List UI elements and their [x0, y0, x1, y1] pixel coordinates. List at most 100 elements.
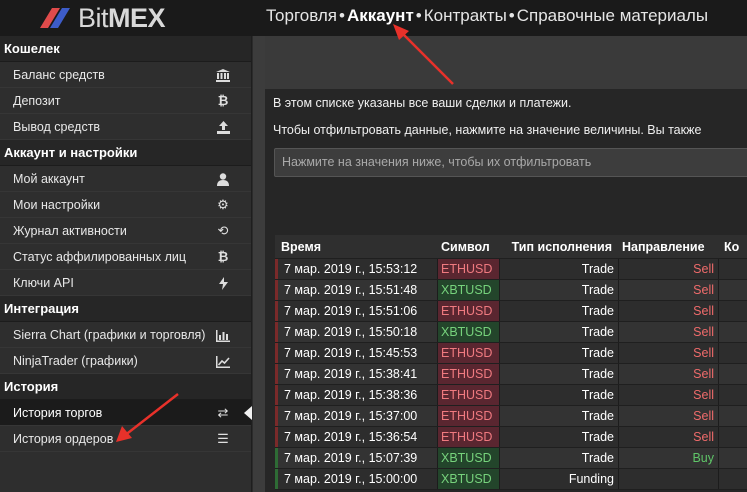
column-header-truncated[interactable]: Ко: [718, 235, 747, 258]
exchange-icon: ⇄: [217, 405, 229, 420]
cell-symbol[interactable]: XBTUSD: [437, 448, 499, 468]
cell-symbol[interactable]: XBTUSD: [437, 280, 499, 300]
cell-truncated[interactable]: [718, 364, 747, 384]
cell-direction[interactable]: Sell: [618, 280, 718, 300]
sidebar-item-sierra-chart[interactable]: Sierra Chart (графики и торговля): [0, 322, 251, 348]
cell-time[interactable]: 7 мар. 2019 г., 15:53:12: [275, 259, 437, 279]
nav-reference[interactable]: Справочные материалы: [517, 6, 708, 26]
cell-truncated[interactable]: [718, 406, 747, 426]
cell-symbol[interactable]: XBTUSD: [437, 322, 499, 342]
cell-symbol[interactable]: ETHUSD: [437, 385, 499, 405]
top-header: BitMEX Торговля • Аккаунт • Контракты • …: [0, 0, 747, 36]
cell-exec-type[interactable]: Trade: [499, 280, 618, 300]
cell-exec-type[interactable]: Trade: [499, 364, 618, 384]
cell-direction[interactable]: Sell: [618, 301, 718, 321]
table-row[interactable]: 7 мар. 2019 г., 15:00:00 XBTUSD Funding: [275, 469, 747, 490]
cell-time[interactable]: 7 мар. 2019 г., 15:38:36: [275, 385, 437, 405]
cell-direction[interactable]: Sell: [618, 427, 718, 447]
cell-time[interactable]: 7 мар. 2019 г., 15:50:18: [275, 322, 437, 342]
sidebar-item-deposit[interactable]: Депозит ₿: [0, 88, 251, 114]
cell-truncated[interactable]: [718, 280, 747, 300]
cell-exec-type[interactable]: Trade: [499, 322, 618, 342]
cell-exec-type[interactable]: Trade: [499, 448, 618, 468]
cell-exec-type[interactable]: Trade: [499, 406, 618, 426]
cell-exec-type[interactable]: Trade: [499, 301, 618, 321]
cell-truncated[interactable]: [718, 322, 747, 342]
cell-truncated[interactable]: [718, 301, 747, 321]
table-row[interactable]: 7 мар. 2019 г., 15:51:06 ETHUSD Trade Sell: [275, 301, 747, 322]
cell-time[interactable]: 7 мар. 2019 г., 15:45:53: [275, 343, 437, 363]
cell-exec-type[interactable]: Trade: [499, 427, 618, 447]
page: BitMEX Торговля • Аккаунт • Контракты • …: [0, 0, 747, 492]
cell-direction[interactable]: Sell: [618, 364, 718, 384]
table-row[interactable]: 7 мар. 2019 г., 15:50:18 XBTUSD Trade Sell: [275, 322, 747, 343]
cell-truncated[interactable]: [718, 469, 747, 489]
sidebar-item-my-settings[interactable]: Мои настройки ⚙: [0, 192, 251, 218]
table-row[interactable]: 7 мар. 2019 г., 15:07:39 XBTUSD Trade Buy: [275, 448, 747, 469]
sidebar-item-order-history[interactable]: История ордеров ☰: [0, 426, 251, 452]
cell-time[interactable]: 7 мар. 2019 г., 15:51:06: [275, 301, 437, 321]
table-row[interactable]: 7 мар. 2019 г., 15:51:48 XBTUSD Trade Sell: [275, 280, 747, 301]
column-header-direction[interactable]: Направление: [618, 235, 718, 258]
table-row[interactable]: 7 мар. 2019 г., 15:38:36 ETHUSD Trade Sell: [275, 385, 747, 406]
sidebar-item-ninjatrader[interactable]: NinjaTrader (графики): [0, 348, 251, 374]
sidebar-item-my-account[interactable]: Мой аккаунт: [0, 166, 251, 192]
cell-symbol[interactable]: ETHUSD: [437, 301, 499, 321]
cell-time[interactable]: 7 мар. 2019 г., 15:36:54: [275, 427, 437, 447]
cell-symbol[interactable]: ETHUSD: [437, 343, 499, 363]
cell-exec-type[interactable]: Trade: [499, 385, 618, 405]
cell-time[interactable]: 7 мар. 2019 г., 15:07:39: [275, 448, 437, 468]
sidebar-item-activity-log[interactable]: Журнал активности ⟲: [0, 218, 251, 244]
nav-contracts[interactable]: Контракты: [424, 6, 507, 26]
bitcoin-icon: ₿: [217, 249, 229, 264]
cell-time[interactable]: 7 мар. 2019 г., 15:37:00: [275, 406, 437, 426]
column-header-exec-type[interactable]: Тип исполнения: [499, 235, 618, 258]
cell-direction[interactable]: Buy: [618, 448, 718, 468]
cell-time[interactable]: 7 мар. 2019 г., 15:38:41: [275, 364, 437, 384]
cell-direction[interactable]: Sell: [618, 406, 718, 426]
sidebar-section-history: История: [0, 374, 251, 400]
cell-exec-type[interactable]: Trade: [499, 343, 618, 363]
sidebar-item-label: История ордеров: [13, 432, 114, 446]
table-row[interactable]: 7 мар. 2019 г., 15:37:00 ETHUSD Trade Sell: [275, 406, 747, 427]
bitmex-logo-icon: [40, 8, 70, 28]
cell-symbol[interactable]: XBTUSD: [437, 469, 499, 489]
nav-account[interactable]: Аккаунт: [347, 6, 414, 26]
sidebar-item-api-keys[interactable]: Ключи API: [0, 270, 251, 296]
nav-trading[interactable]: Торговля: [266, 6, 337, 26]
cell-time[interactable]: 7 мар. 2019 г., 15:00:00: [275, 469, 437, 489]
bitmex-logo[interactable]: BitMEX: [38, 0, 166, 36]
cell-exec-type[interactable]: Funding: [499, 469, 618, 489]
sidebar-item-affiliate-status[interactable]: Статус аффилированных лиц ₿: [0, 244, 251, 270]
cell-truncated[interactable]: [718, 385, 747, 405]
cell-direction[interactable]: Sell: [618, 343, 718, 363]
cell-truncated[interactable]: [718, 259, 747, 279]
cell-truncated[interactable]: [718, 448, 747, 468]
bolt-icon: [215, 270, 231, 296]
cell-symbol[interactable]: ETHUSD: [437, 364, 499, 384]
cell-direction[interactable]: Sell: [618, 322, 718, 342]
column-header-symbol[interactable]: Символ: [437, 235, 499, 258]
cell-direction[interactable]: Sell: [618, 385, 718, 405]
cell-direction[interactable]: [618, 469, 718, 489]
table-row[interactable]: 7 мар. 2019 г., 15:38:41 ETHUSD Trade Sell: [275, 364, 747, 385]
main-top-bar: [265, 36, 747, 89]
sidebar-section-wallet: Кошелек: [0, 36, 251, 62]
cell-time[interactable]: 7 мар. 2019 г., 15:51:48: [275, 280, 437, 300]
cell-direction[interactable]: Sell: [618, 259, 718, 279]
column-header-time[interactable]: Время: [275, 235, 437, 258]
sidebar-item-withdraw[interactable]: Вывод средств: [0, 114, 251, 140]
line-chart-icon: [215, 348, 231, 374]
cell-truncated[interactable]: [718, 427, 747, 447]
table-row[interactable]: 7 мар. 2019 г., 15:36:54 ETHUSD Trade Sell: [275, 427, 747, 448]
cell-exec-type[interactable]: Trade: [499, 259, 618, 279]
cell-symbol[interactable]: ETHUSD: [437, 259, 499, 279]
sidebar-item-balance[interactable]: Баланс средств: [0, 62, 251, 88]
table-row[interactable]: 7 мар. 2019 г., 15:45:53 ETHUSD Trade Sell: [275, 343, 747, 364]
cell-symbol[interactable]: ETHUSD: [437, 406, 499, 426]
table-row[interactable]: 7 мар. 2019 г., 15:53:12 ETHUSD Trade Sell: [275, 259, 747, 280]
filter-input[interactable]: Нажмите на значения ниже, чтобы их отфил…: [274, 148, 747, 177]
cell-symbol[interactable]: ETHUSD: [437, 427, 499, 447]
cell-truncated[interactable]: [718, 343, 747, 363]
sidebar-item-trade-history[interactable]: История торгов ⇄: [0, 400, 252, 426]
